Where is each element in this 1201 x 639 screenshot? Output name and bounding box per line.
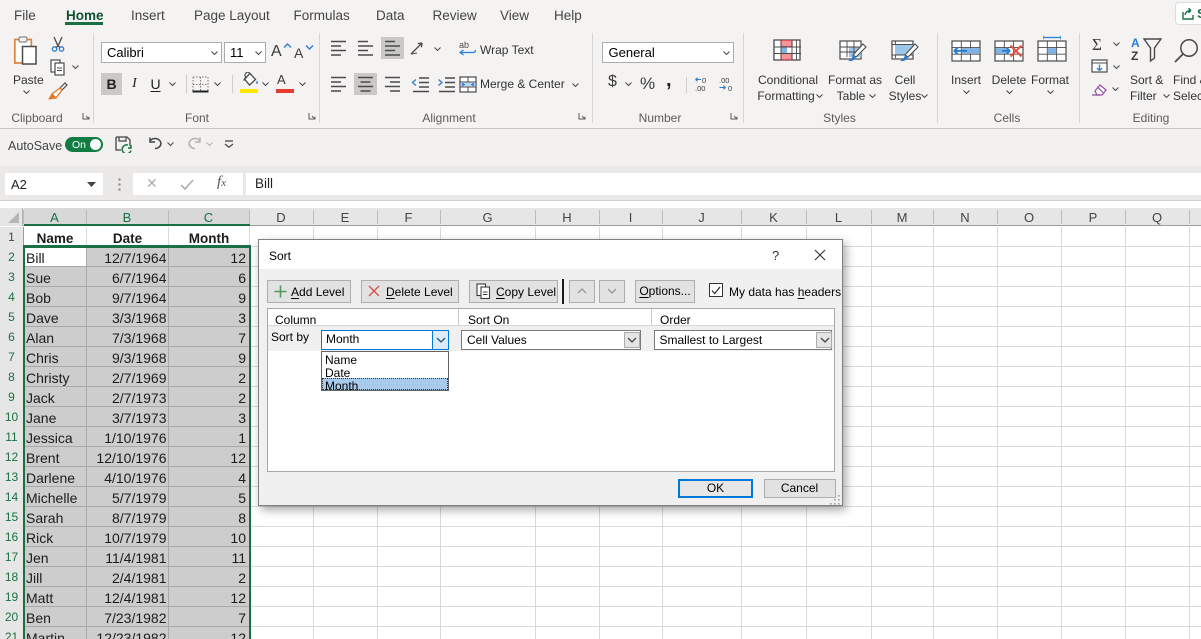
- svg-text:0: 0: [728, 84, 732, 92]
- svg-text:.00: .00: [695, 84, 705, 92]
- svg-text:ab: ab: [459, 40, 469, 50]
